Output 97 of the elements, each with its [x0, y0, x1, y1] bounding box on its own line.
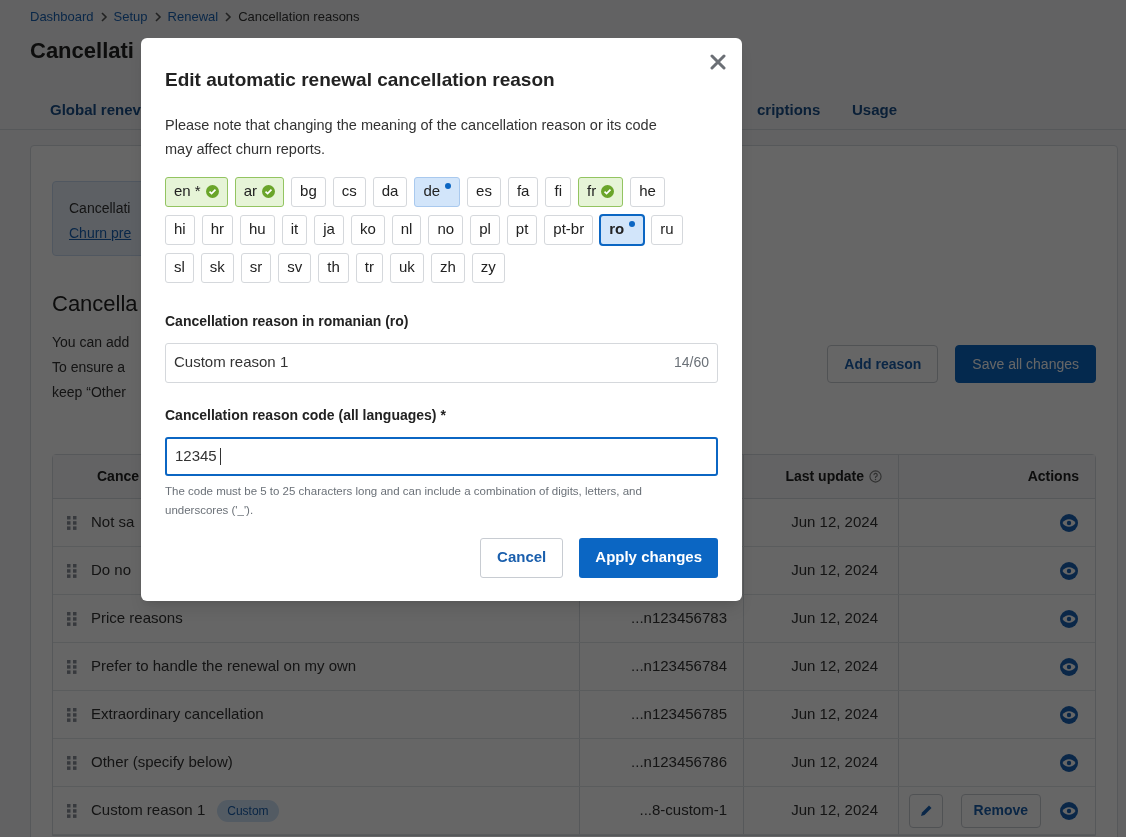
language-chip[interactable]: he — [630, 176, 665, 207]
pencil-icon — [918, 803, 933, 818]
reason-code: ...n123456785 — [631, 704, 727, 725]
apply-button[interactable]: Apply changes — [579, 537, 718, 578]
drag-handle-icon[interactable] — [67, 515, 77, 530]
description-text: keep “Other — [52, 383, 127, 402]
reason-name: Custom reason 1 — [91, 800, 206, 821]
reason-name: Extraordinary cancellation — [91, 704, 264, 725]
info-text: Cancellati — [69, 199, 132, 218]
language-chip[interactable]: bg — [291, 176, 326, 207]
language-chip[interactable]: fi — [545, 176, 571, 207]
edit-button[interactable] — [908, 793, 943, 828]
language-chip[interactable]: sr — [240, 252, 272, 283]
field-label: Cancellation reason in romanian (ro) — [165, 311, 410, 331]
language-chip[interactable]: ar — [234, 176, 285, 207]
language-chip[interactable]: it — [281, 214, 308, 245]
language-chip[interactable]: hu — [240, 214, 275, 245]
drag-handle-icon[interactable] — [67, 611, 77, 626]
column-header: Actions — [1027, 467, 1079, 486]
column-header: Cance — [97, 467, 140, 486]
close-icon[interactable] — [710, 54, 726, 70]
check-icon — [205, 185, 219, 198]
chevron-icon — [99, 11, 108, 22]
language-chip[interactable]: pt — [506, 214, 538, 245]
cancel-button[interactable]: Cancel — [480, 537, 564, 578]
field-hint: The code must be 5 to 25 characters long and can include a combination of digits, letters, and underscores ('_'). — [165, 483, 643, 518]
view-icon[interactable] — [1059, 800, 1079, 821]
update-date: Jun 12, 2024 — [791, 608, 878, 629]
update-date: Jun 12, 2024 — [791, 752, 878, 773]
language-chip[interactable]: pl — [470, 214, 500, 245]
language-chip[interactable]: pt-br — [544, 214, 594, 245]
view-icon[interactable] — [1059, 704, 1079, 725]
drag-handle-icon[interactable] — [67, 755, 77, 770]
character-counter: 14/60 — [673, 353, 709, 372]
reason-code: ...n123456783 — [631, 608, 727, 629]
language-chip[interactable]: sv — [278, 252, 312, 283]
dialog-title: Edit automatic renewal cancellation reason — [165, 68, 555, 92]
breadcrumb-current: Cancellation reasons — [238, 7, 360, 26]
check-icon — [262, 185, 276, 198]
language-chip[interactable]: uk — [390, 252, 424, 283]
update-date: Jun 12, 2024 — [791, 512, 878, 533]
drag-handle-icon[interactable] — [67, 803, 77, 818]
language-chip[interactable]: de — [414, 176, 461, 207]
update-date: Jun 12, 2024 — [791, 704, 878, 725]
language-chip[interactable]: da — [372, 176, 408, 207]
language-chip[interactable]: th — [318, 252, 349, 283]
update-date: Jun 12, 2024 — [791, 656, 878, 677]
language-chip[interactable]: ko — [350, 214, 385, 245]
text-cursor — [219, 447, 221, 465]
update-date: Jun 12, 2024 — [791, 800, 878, 821]
language-chip[interactable]: zy — [471, 252, 505, 283]
language-chip[interactable]: tr — [355, 252, 384, 283]
view-icon[interactable] — [1059, 608, 1079, 629]
view-icon[interactable] — [1059, 512, 1079, 533]
reason-name: Other (specify below) — [91, 752, 233, 773]
language-chip[interactable]: fr — [577, 176, 624, 207]
drag-handle-icon[interactable] — [67, 659, 77, 674]
custom-badge: Custom — [217, 799, 279, 822]
language-chip[interactable]: es — [467, 176, 501, 207]
reason-name: Prefer to handle the renewal on my own — [91, 656, 357, 677]
reason-input[interactable]: Custom reason 1 14/60 — [165, 342, 718, 383]
description-text: To ensure a — [52, 358, 127, 377]
chevron-icon — [224, 11, 233, 22]
language-chip[interactable]: sl — [165, 252, 194, 283]
language-chip[interactable]: en * — [165, 176, 228, 207]
language-chip[interactable]: sk — [200, 252, 234, 283]
column-header: Last update — [785, 467, 864, 486]
language-chip[interactable]: ru — [651, 214, 683, 245]
language-chip[interactable]: no — [428, 214, 464, 245]
reason-code: ...n123456784 — [631, 656, 727, 677]
section-title: Cancella — [52, 290, 139, 318]
page-title: Cancellati — [30, 37, 134, 65]
view-icon[interactable] — [1059, 560, 1079, 581]
language-chip[interactable]: cs — [332, 176, 366, 207]
language-chip[interactable]: zh — [430, 252, 465, 283]
language-chip[interactable]: ja — [314, 214, 344, 245]
language-chip[interactable]: fa — [507, 176, 539, 207]
chevron-icon — [153, 11, 162, 22]
language-chip[interactable]: nl — [391, 214, 422, 245]
view-icon[interactable] — [1059, 752, 1079, 773]
language-chip[interactable]: hr — [201, 214, 234, 245]
dialog-note: Please note that changing the meaning of the cancellation reason or its code may affect churn reports. — [165, 115, 658, 159]
language-chip[interactable]: hi — [165, 214, 195, 245]
reason-name: Do no — [91, 560, 132, 581]
reason-code: ...n123456786 — [631, 752, 727, 773]
language-chip[interactable]: ro — [600, 214, 645, 245]
code-input[interactable]: 12345 — [165, 436, 718, 476]
reason-name: Not sa — [91, 512, 135, 533]
field-label: Cancellation reason code (all languages) * — [165, 405, 447, 425]
description-text: You can add — [52, 333, 130, 352]
reason-code: ...8-custom-1 — [639, 800, 727, 821]
drag-handle-icon[interactable] — [67, 707, 77, 722]
view-icon[interactable] — [1059, 656, 1079, 677]
check-icon — [601, 185, 615, 198]
update-date: Jun 12, 2024 — [791, 560, 878, 581]
reason-name: Price reasons — [91, 608, 183, 629]
drag-handle-icon[interactable] — [67, 563, 77, 578]
